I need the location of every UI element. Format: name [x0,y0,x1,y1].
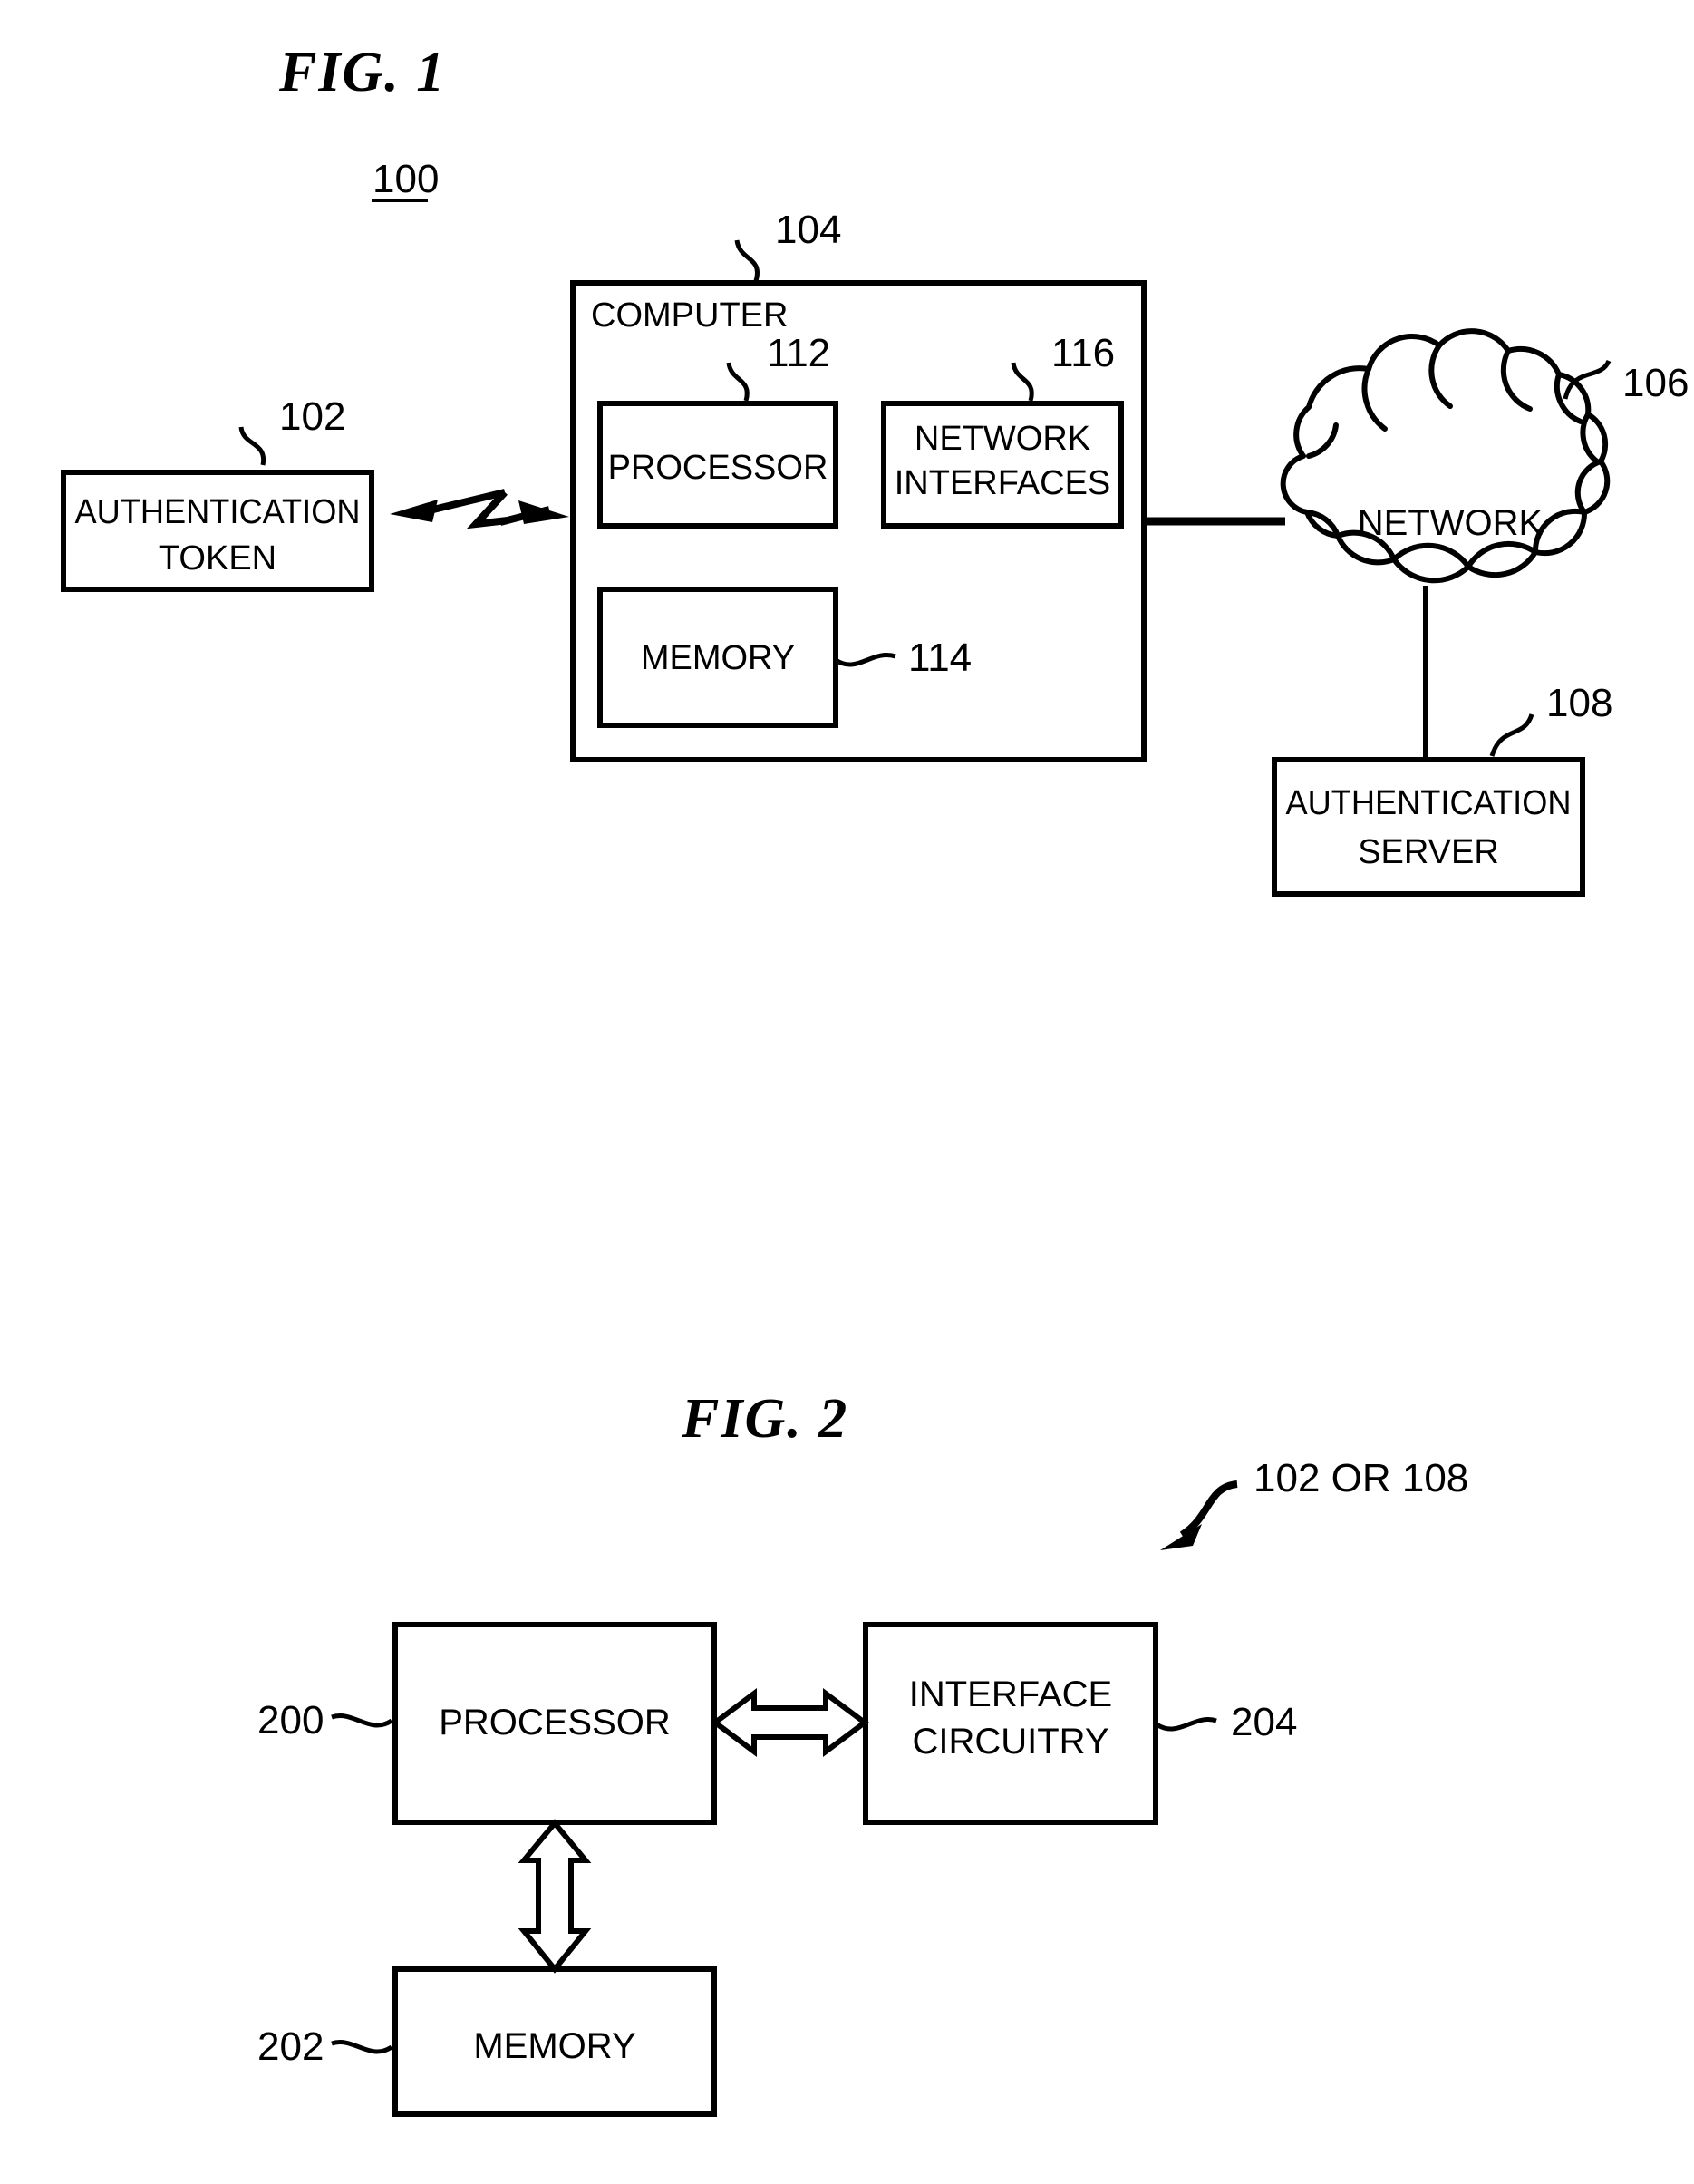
figure-2-title: FIG. 2 [681,1388,848,1450]
memory-ref-fig1: 114 [908,636,972,680]
figure-1-title: FIG. 1 [278,42,446,103]
authentication-token-label-line1: AUTHENTICATION [75,493,361,531]
authentication-token-label-line2: TOKEN [159,539,276,578]
network-cloud-label: NETWORK [1358,503,1544,543]
memory-ref-fig2: 202 [257,2024,324,2069]
drawing-canvas: FIG. 1 100 AUTHENTICATION TOKEN 102 COMP… [0,0,1694,2184]
network-interfaces-ref: 116 [1051,331,1115,375]
computer-label: COMPUTER [591,296,788,335]
interface-circuitry-label-line2: CIRCUITRY [912,1722,1108,1762]
figure-2-callout-label: 102 OR 108 [1254,1456,1468,1500]
authentication-token-ref: 102 [279,394,345,439]
network-interfaces-label-line1: NETWORK [915,420,1090,458]
interface-circuitry-ref: 204 [1231,1700,1297,1744]
network-interfaces-label-line2: INTERFACES [895,464,1111,502]
page-background [0,0,1694,2184]
computer-ref: 104 [775,208,841,252]
processor-ref-fig2: 200 [257,1698,324,1742]
figure-1-system-ref-label: 100 [373,157,439,201]
processor-ref: 112 [767,331,830,375]
figure-1-system-ref: 100 [372,157,439,202]
processor-label: PROCESSOR [608,449,828,487]
authentication-server-label-line2: SERVER [1358,833,1499,871]
memory-label-fig1: MEMORY [641,639,795,677]
memory-label-fig2: MEMORY [473,2026,635,2066]
patent-drawing-sheet: FIG. 1 100 AUTHENTICATION TOKEN 102 COMP… [0,0,1694,2184]
authentication-server-ref: 108 [1546,681,1612,725]
processor-label-fig2: PROCESSOR [439,1703,671,1742]
network-cloud-ref: 106 [1622,361,1689,405]
interface-circuitry-label-line1: INTERFACE [909,1674,1112,1714]
authentication-server-label-line1: AUTHENTICATION [1286,784,1572,822]
